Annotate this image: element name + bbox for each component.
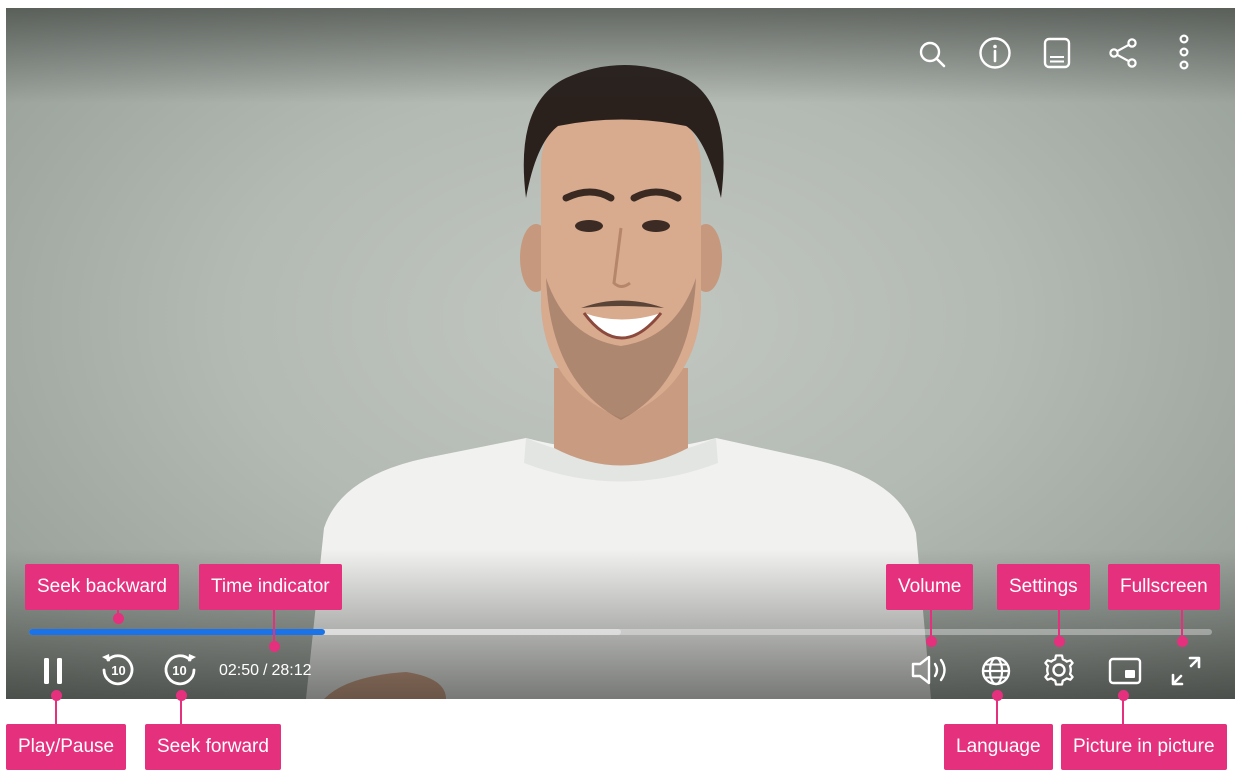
time-separator: / [263, 662, 268, 679]
subtitles-button[interactable] [1040, 34, 1074, 72]
current-time: 02:50 [219, 662, 260, 679]
label-seek-backward: Seek backward [25, 564, 179, 610]
language-button[interactable] [978, 653, 1014, 689]
connector-language [996, 696, 998, 724]
info-button[interactable] [976, 34, 1014, 72]
more-vertical-icon [1177, 33, 1191, 71]
progress-played [29, 629, 325, 635]
connector-play-pause [55, 696, 57, 724]
marker-volume [925, 635, 937, 647]
label-fullscreen: Fullscreen [1108, 564, 1220, 610]
time-indicator: 02:50/28:12 [219, 661, 312, 681]
label-settings: Settings [997, 564, 1090, 610]
label-volume: Volume [886, 564, 974, 610]
connector-seek-forward [180, 696, 182, 724]
seek-forward-step: 10 [172, 663, 186, 678]
seek-forward-button[interactable]: 10 [160, 650, 200, 690]
duration: 28:12 [271, 662, 312, 679]
more-button[interactable] [1172, 32, 1196, 72]
replay-10-icon: 10 [99, 651, 137, 689]
connector-time-indicator [273, 610, 275, 645]
globe-icon [980, 655, 1012, 687]
fullscreen-button[interactable] [1167, 652, 1205, 690]
volume-icon [910, 653, 956, 687]
connector-picture-in-picture [1122, 696, 1124, 724]
label-time-indicator: Time indicator [199, 564, 342, 610]
search-button[interactable] [914, 36, 950, 72]
marker-seek-backward [112, 612, 124, 624]
expand-icon [1169, 654, 1203, 688]
label-picture-in-picture: Picture in picture [1061, 724, 1227, 770]
gear-icon [1042, 653, 1076, 687]
volume-button[interactable] [908, 651, 958, 689]
label-language: Language [944, 724, 1053, 770]
progress-bar[interactable] [29, 629, 1212, 635]
share-button[interactable] [1106, 36, 1140, 70]
seek-backward-button[interactable]: 10 [98, 650, 138, 690]
picture-in-picture-button[interactable] [1106, 654, 1144, 688]
info-icon [978, 36, 1012, 70]
forward-10-icon: 10 [161, 651, 199, 689]
subtitles-icon [1042, 36, 1072, 70]
play-pause-button[interactable] [36, 654, 70, 688]
marker-fullscreen [1176, 635, 1188, 647]
seek-backward-step: 10 [111, 663, 125, 678]
share-icon [1107, 37, 1139, 69]
picture-in-picture-icon [1108, 656, 1142, 686]
pause-icon [40, 656, 66, 686]
marker-settings [1053, 635, 1065, 647]
label-seek-forward: Seek forward [145, 724, 281, 770]
label-play-pause: Play/Pause [6, 724, 127, 770]
search-icon [917, 39, 947, 69]
settings-button[interactable] [1041, 652, 1077, 688]
marker-time-indicator [268, 640, 280, 652]
